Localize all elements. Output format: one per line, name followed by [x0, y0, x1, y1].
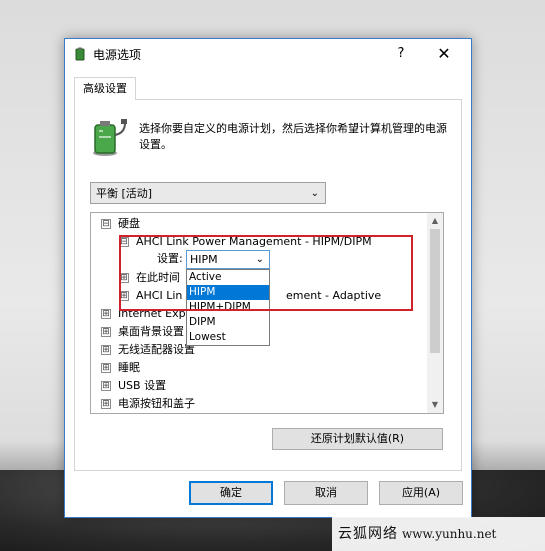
- tree-item-label: 电源按钮和盖子: [118, 397, 195, 410]
- window-title: 电源选项: [93, 48, 142, 62]
- setting-dropdown-list[interactable]: Active HIPM HIPM+DIPM DIPM Lowest: [186, 269, 270, 346]
- expand-icon[interactable]: ⊞: [101, 399, 111, 409]
- option-lowest[interactable]: Lowest: [187, 330, 269, 345]
- chevron-down-icon: ⌄: [255, 254, 264, 265]
- watermark-url: www.yunhu.net: [402, 527, 497, 541]
- ok-button[interactable]: 确定: [189, 481, 273, 505]
- option-active[interactable]: Active: [187, 270, 269, 285]
- expand-icon[interactable]: ⊞: [119, 273, 129, 283]
- battery-icon: [93, 119, 127, 156]
- tree-item-internet-explorer[interactable]: ⊞ Internet Expl: [101, 305, 189, 323]
- power-options-dialog: 电源选项 ? ✕ 高级设置 选择你要自定义的电源计划，然后选择你希望计算机管理的…: [64, 38, 472, 518]
- apply-button[interactable]: 应用(A): [379, 481, 463, 505]
- option-hipm-dipm[interactable]: HIPM+DIPM: [187, 300, 269, 315]
- cancel-button[interactable]: 取消: [284, 481, 368, 505]
- tab-advanced-settings[interactable]: 高级设置: [74, 77, 136, 100]
- expand-icon[interactable]: ⊞: [101, 327, 111, 337]
- tree-item-label: AHCI Link Power Management - HIPM/DIPM: [136, 235, 372, 248]
- option-dipm[interactable]: DIPM: [187, 315, 269, 330]
- tree-item-label: AHCI Lin: [136, 289, 183, 302]
- expand-icon[interactable]: ⊞: [101, 381, 111, 391]
- tree-item-label: 睡眠: [118, 361, 140, 374]
- tree-item-wireless-adapter[interactable]: ⊞ 无线适配器设置: [101, 341, 195, 359]
- collapse-icon[interactable]: ⊟: [119, 237, 129, 247]
- chevron-down-icon: ⌄: [310, 188, 319, 199]
- tree-item-usb-settings[interactable]: ⊞ USB 设置: [101, 377, 166, 395]
- setting-value-combo[interactable]: HIPM ⌄: [186, 250, 270, 269]
- tree-item-label: 在此时间: [136, 271, 180, 284]
- collapse-icon[interactable]: ⊟: [101, 219, 111, 229]
- scroll-up-icon[interactable]: ▲: [427, 214, 443, 228]
- tree-item-ahci-adaptive[interactable]: ⊞ AHCI Lin: [119, 287, 182, 305]
- settings-tree[interactable]: ⊟ 硬盘 ⊟ AHCI Link Power Management - HIPM/D…: [90, 212, 444, 414]
- setting-label: 设置:: [157, 252, 183, 265]
- power-plan-select[interactable]: 平衡 [活动] ⌄: [90, 182, 326, 204]
- help-button[interactable]: ?: [391, 43, 411, 65]
- expand-icon[interactable]: ⊞: [101, 309, 111, 319]
- site-watermark: 云狐网络 www.yunhu.net: [332, 517, 545, 551]
- scrollbar-thumb[interactable]: [430, 229, 440, 353]
- tree-item-ahci-hipm-dipm[interactable]: ⊟ AHCI Link Power Management - HIPM/DIPM: [119, 233, 372, 251]
- tree-item-ahci-adaptive-tail: ement - Adaptive: [286, 287, 381, 305]
- tree-item-label: Internet Expl: [118, 307, 189, 320]
- tree-scrollbar[interactable]: ▲ ▼: [427, 213, 443, 413]
- expand-icon[interactable]: ⊞: [101, 363, 111, 373]
- option-hipm[interactable]: HIPM: [187, 285, 269, 300]
- tree-item-label: ement - Adaptive: [286, 289, 382, 302]
- tree-item-hard-disk[interactable]: ⊟ 硬盘: [101, 215, 140, 233]
- expand-icon[interactable]: ⊞: [119, 291, 129, 301]
- close-button[interactable]: ✕: [431, 43, 457, 65]
- plan-description: 选择你要自定义的电源计划，然后选择你希望计算机管理的电源设置。: [139, 122, 447, 151]
- watermark-text: 云狐网络: [338, 526, 398, 542]
- tree-item-label: 桌面背景设置: [118, 325, 184, 338]
- tree-item-power-buttons-lid[interactable]: ⊞ 电源按钮和盖子: [101, 395, 195, 413]
- tree-item-turn-off-after[interactable]: ⊞ 在此时间: [119, 269, 180, 287]
- tree-item-desktop-background[interactable]: ⊞ 桌面背景设置: [101, 323, 184, 341]
- power-plan-value: 平衡 [活动]: [96, 187, 153, 200]
- tree-item-label: 无线适配器设置: [118, 343, 195, 356]
- tree-item-label: USB 设置: [118, 379, 167, 392]
- tree-item-sleep[interactable]: ⊞ 睡眠: [101, 359, 140, 377]
- expand-icon[interactable]: ⊞: [101, 345, 111, 355]
- title-bar: 电源选项 ? ✕: [65, 39, 471, 69]
- restore-defaults-button[interactable]: 还原计划默认值(R): [272, 428, 443, 450]
- power-options-icon: [75, 47, 85, 61]
- setting-value: HIPM: [190, 253, 218, 266]
- tree-item-label: 硬盘: [118, 217, 140, 230]
- scroll-down-icon[interactable]: ▼: [427, 398, 443, 412]
